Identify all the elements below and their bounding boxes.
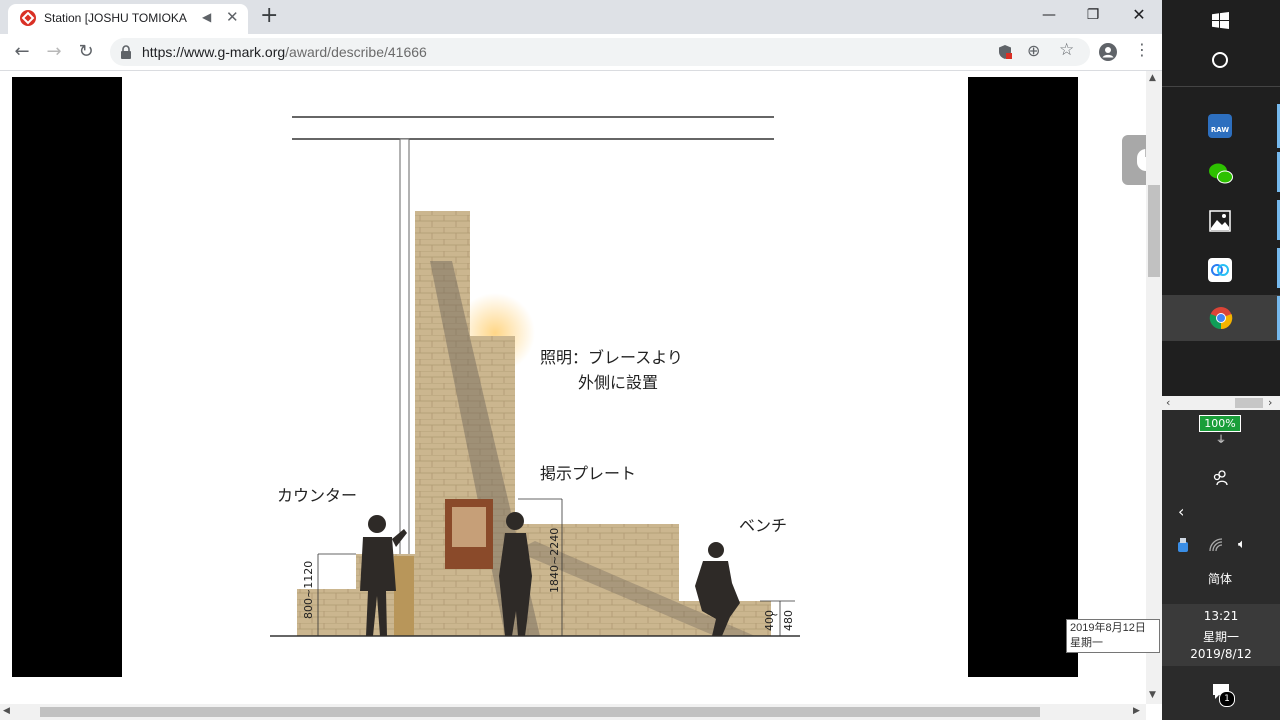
restore-button[interactable]: ❐ [1070, 0, 1116, 32]
horizontal-scroll-thumb[interactable] [40, 707, 1040, 717]
taskbar-scroll-left-icon[interactable]: ‹ [1166, 396, 1170, 409]
scroll-down-arrow-icon[interactable]: ▼ [1149, 690, 1156, 700]
tab-close-icon[interactable]: ✕ [226, 8, 239, 26]
photos-app-icon[interactable] [1209, 210, 1231, 232]
lock-icon [121, 45, 131, 59]
vertical-scrollbar[interactable] [1146, 71, 1162, 704]
url-path: /award/describe/41666 [285, 44, 427, 60]
forward-button[interactable]: → [41, 40, 67, 64]
wifi-icon[interactable] [1209, 538, 1225, 552]
url-host: https://www.g-mark.org [142, 44, 286, 60]
cortana-search-icon[interactable] [1211, 51, 1229, 69]
dim-bench-mid: ~ [770, 610, 779, 621]
clock-time: 13:21 [1203, 609, 1239, 623]
ime-indicator[interactable]: 简体 [1208, 570, 1232, 587]
power-plug-icon: ⏚ [1216, 435, 1226, 446]
label-lighting-line2: 外側に設置 [578, 373, 659, 392]
tooltip-date: 2019年8月12日 [1070, 622, 1146, 634]
volume-icon[interactable]: 🔈︎ [1238, 537, 1246, 552]
clock-date: 2019/8/12 [1190, 647, 1252, 661]
insecure-content-icon[interactable] [997, 44, 1013, 60]
system-tray [1162, 410, 1280, 720]
wechat-app-icon[interactable] [1208, 162, 1234, 186]
audio-playing-icon[interactable]: ◀︎ [202, 10, 211, 24]
dim-sign-height: 1840~2240 [548, 527, 561, 593]
raw-viewer-app-icon[interactable]: RAW [1208, 114, 1232, 138]
vertical-scroll-thumb[interactable] [1148, 185, 1160, 277]
url-text: https://www.g-mark.org/award/describe/41… [142, 44, 427, 60]
dim-bench-bottom: 480 [782, 610, 795, 631]
tab-title: Station [JOSHU TOMIOKA [44, 11, 187, 25]
dim-counter-height: 800~1120 [302, 560, 315, 619]
date-tooltip: 2019年8月12日 星期一 [1066, 619, 1160, 653]
label-counter: カウンター [277, 486, 358, 505]
page-viewport: 照明：ブレースより 外側に設置 掲示プレート カウンター ベンチ 800~112… [0, 71, 1146, 704]
scroll-right-arrow-icon[interactable]: ▶ [1133, 706, 1140, 716]
gmark-favicon-icon [20, 10, 36, 26]
taskbar-scroll-thumb[interactable] [1235, 398, 1263, 408]
label-bench: ベンチ [739, 516, 788, 535]
chrome-app-icon[interactable] [1209, 306, 1233, 330]
notification-count-badge: 1 [1219, 691, 1235, 707]
people-icon[interactable] [1212, 470, 1228, 486]
windows-start-icon[interactable] [1212, 12, 1229, 29]
taskbar-divider [1162, 86, 1280, 87]
show-hidden-icons-chevron-icon[interactable]: ‹ [1178, 502, 1184, 521]
profile-avatar-icon[interactable] [1099, 43, 1117, 61]
minimize-button[interactable]: — [1026, 0, 1072, 32]
clock-weekday: 星期一 [1202, 630, 1239, 644]
scroll-left-arrow-icon[interactable]: ◀ [3, 706, 10, 716]
back-button[interactable]: ← [9, 40, 35, 64]
taskbar-scroll-right-icon[interactable]: › [1268, 396, 1272, 409]
battery-indicator[interactable]: 100% [1199, 415, 1241, 432]
close-window-button[interactable]: ✕ [1116, 0, 1162, 32]
usb-device-icon[interactable] [1176, 537, 1190, 553]
label-signboard: 掲示プレート [540, 464, 637, 483]
label-lighting-line1: 照明：ブレースより [540, 348, 683, 367]
reload-button[interactable]: ↻ [73, 40, 99, 64]
new-tab-button[interactable]: + [260, 3, 278, 28]
tab-active[interactable]: Station [JOSHU TOMIOKA ◀︎ ✕ [8, 4, 248, 34]
elevation-drawing [270, 116, 800, 637]
tooltip-weekday: 星期一 [1070, 637, 1103, 649]
zoom-icon[interactable]: ⊕ [1027, 41, 1040, 60]
baidu-netdisk-app-icon[interactable] [1208, 258, 1232, 282]
menu-kebab-icon[interactable]: ⋮ [1134, 40, 1150, 59]
scroll-up-arrow-icon[interactable]: ▲ [1149, 73, 1156, 83]
bookmark-star-icon[interactable]: ☆ [1059, 40, 1074, 60]
